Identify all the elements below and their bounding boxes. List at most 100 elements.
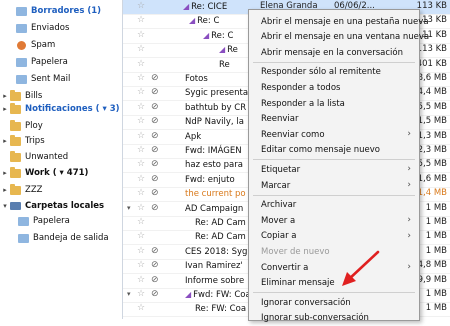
star-icon[interactable]: ☆ <box>137 203 145 213</box>
folder-spam[interactable]: Spam <box>0 37 122 53</box>
star-icon[interactable]: ☆ <box>137 131 145 141</box>
folder-notificaciones[interactable]: ▸ Notificaciones ( ▾ 3) <box>0 101 122 117</box>
star-icon[interactable]: ☆ <box>137 246 145 256</box>
folder-icon <box>10 119 21 131</box>
star-icon[interactable]: ☆ <box>137 217 145 227</box>
star-icon[interactable]: ☆ <box>137 275 145 285</box>
thread-twisty-icon[interactable]: ▾ <box>127 204 131 212</box>
menu-item-reenviar-como[interactable]: Reenviar como › <box>249 127 419 142</box>
menu-item-abrir-el-mensaje-en-una-ventana-nueva[interactable]: Abrir el mensaje en una ventana nueva <box>249 30 429 45</box>
menu-item-responder-a-todos[interactable]: Responder a todos <box>249 80 419 95</box>
attachment-icon: ⊘ <box>151 87 159 97</box>
menu-item-reenviar[interactable]: Reenviar <box>249 112 419 127</box>
submenu-chevron-icon: › <box>407 164 411 175</box>
menu-item-copiar-a[interactable]: Copiar a › <box>249 229 419 244</box>
message-subject-wrap: Informe sobre <box>185 276 244 286</box>
thread-twisty-icon[interactable]: ▾ <box>127 290 131 298</box>
attachment-icon: ⊘ <box>151 174 159 184</box>
folder-icon <box>10 89 21 101</box>
menu-item-marcar[interactable]: Marcar › <box>249 178 419 193</box>
attachment-icon: ⊘ <box>151 188 159 198</box>
folder-ploy[interactable]: Ploy <box>0 118 122 134</box>
expand-twisty-icon[interactable]: ▸ <box>0 105 10 113</box>
message-subject-wrap: haz esto para <box>185 160 243 170</box>
star-icon[interactable]: ☆ <box>137 260 145 270</box>
star-icon[interactable]: ☆ <box>137 15 145 25</box>
star-icon[interactable]: ☆ <box>137 116 145 126</box>
star-icon[interactable]: ☆ <box>137 145 145 155</box>
attachment-icon: ⊘ <box>151 102 159 112</box>
message-subject: Re: AD Cam <box>195 218 246 228</box>
expand-twisty-icon[interactable]: ▸ <box>0 92 10 100</box>
reply-arrow-icon: ◢ <box>203 31 210 40</box>
menu-item-responder-a-la-lista[interactable]: Responder a la lista <box>249 96 419 111</box>
star-icon[interactable]: ☆ <box>137 1 145 11</box>
star-icon[interactable]: ☆ <box>137 73 145 83</box>
folder-zzz[interactable]: ▸ ZZZ <box>0 182 122 198</box>
expand-twisty-icon[interactable]: ▸ <box>0 186 10 194</box>
expand-twisty-icon[interactable]: ▸ <box>0 137 10 145</box>
attachment-icon: ⊘ <box>151 73 159 83</box>
star-icon[interactable]: ☆ <box>137 231 145 241</box>
message-subject-wrap: NdP Navily, la <box>185 117 244 127</box>
menu-separator <box>253 194 415 196</box>
folder-icon <box>10 102 21 114</box>
folder-local-papelera[interactable]: Papelera <box>0 213 122 229</box>
folder-borradores[interactable]: Borradores (1) <box>0 3 122 19</box>
message-icons: ☆ ⊘ <box>123 158 181 172</box>
star-icon[interactable]: ☆ <box>137 59 145 69</box>
menu-item-convertir-a[interactable]: Convertir a › <box>249 260 419 275</box>
menu-item-responder-sólo-al-remitente[interactable]: Responder sólo al remitente <box>249 65 419 80</box>
reply-arrow-icon: ◢ <box>219 45 226 54</box>
folder-unwanted[interactable]: Unwanted <box>0 149 122 165</box>
star-icon[interactable]: ☆ <box>137 87 145 97</box>
star-icon[interactable]: ☆ <box>137 102 145 112</box>
folder-enviados[interactable]: Enviados <box>0 20 122 36</box>
message-icons: ☆ ⊘ <box>123 245 181 259</box>
expand-twisty-icon[interactable]: ▾ <box>0 202 10 210</box>
folder-work[interactable]: ▸ Work ( ▾ 471) <box>0 165 122 181</box>
folder-icon <box>10 166 21 178</box>
menu-item-editar-como-mensaje-nuevo[interactable]: Editar como mensaje nuevo <box>249 143 419 158</box>
attachment-icon: ⊘ <box>151 131 159 141</box>
menu-item-label: Mover a <box>261 215 296 226</box>
folder-bandeja-salida[interactable]: Bandeja de salida <box>0 230 122 246</box>
star-icon[interactable]: ☆ <box>137 303 145 313</box>
menu-item-mover-a[interactable]: Mover a › <box>249 213 419 228</box>
menu-item-eliminar-mensaje[interactable]: Eliminar mensaje <box>249 276 419 291</box>
attachment-icon: ⊘ <box>151 116 159 126</box>
star-icon[interactable]: ☆ <box>137 30 145 40</box>
folder-papelera[interactable]: Papelera <box>0 54 122 70</box>
menu-item-label: Abrir el mensaje en una ventana nueva <box>261 32 430 43</box>
folder-carpetas-locales[interactable]: ▾ Carpetas locales <box>0 198 122 214</box>
message-subject-wrap: ◢ Re: CICE <box>183 2 227 12</box>
message-subject: Re <box>227 45 238 55</box>
star-icon[interactable]: ☆ <box>137 188 145 198</box>
menu-item-label: Reenviar como <box>261 129 325 140</box>
message-subject-wrap: Re: AD Cam <box>195 218 246 228</box>
folder-trips[interactable]: ▸ Trips <box>0 133 122 149</box>
menu-item-mover-de-nuevo: Mover de nuevo <box>249 244 419 259</box>
menu-item-ignorar-sub-conversación[interactable]: Ignorar sub-conversación <box>249 311 419 326</box>
star-icon[interactable]: ☆ <box>137 159 145 169</box>
folder-icon <box>16 23 27 33</box>
star-icon[interactable]: ☆ <box>137 289 145 299</box>
menu-item-abrir-mensaje-en-la-conversación[interactable]: Abrir mensaje en la conversación <box>249 45 419 60</box>
message-icons: ▾ ☆ ⊘ <box>123 288 181 302</box>
message-subject-wrap: Re: AD Cam <box>195 232 246 242</box>
message-size: 1,3 MB <box>417 131 447 141</box>
menu-item-abrir-el-mensaje-en-una-pestaña-nueva[interactable]: Abrir el mensaje en una pestaña nueva <box>249 14 429 29</box>
message-subject: haz esto para <box>185 160 243 170</box>
menu-item-archivar[interactable]: Archivar <box>249 198 419 213</box>
folder-sent-mail[interactable]: Sent Mail <box>0 71 122 87</box>
menu-separator <box>253 61 415 63</box>
menu-item-etiquetar[interactable]: Etiquetar › <box>249 162 419 177</box>
folder-label: Bills <box>25 91 43 101</box>
message-subject: Re: AD Cam <box>195 232 246 242</box>
menu-item-label: Ignorar sub-conversación <box>261 313 369 324</box>
message-subject-wrap: Fwd: enjuto <box>185 175 235 185</box>
expand-twisty-icon[interactable]: ▸ <box>0 169 10 177</box>
star-icon[interactable]: ☆ <box>137 44 145 54</box>
star-icon[interactable]: ☆ <box>137 174 145 184</box>
menu-item-ignorar-conversación[interactable]: Ignorar conversación <box>249 295 419 310</box>
